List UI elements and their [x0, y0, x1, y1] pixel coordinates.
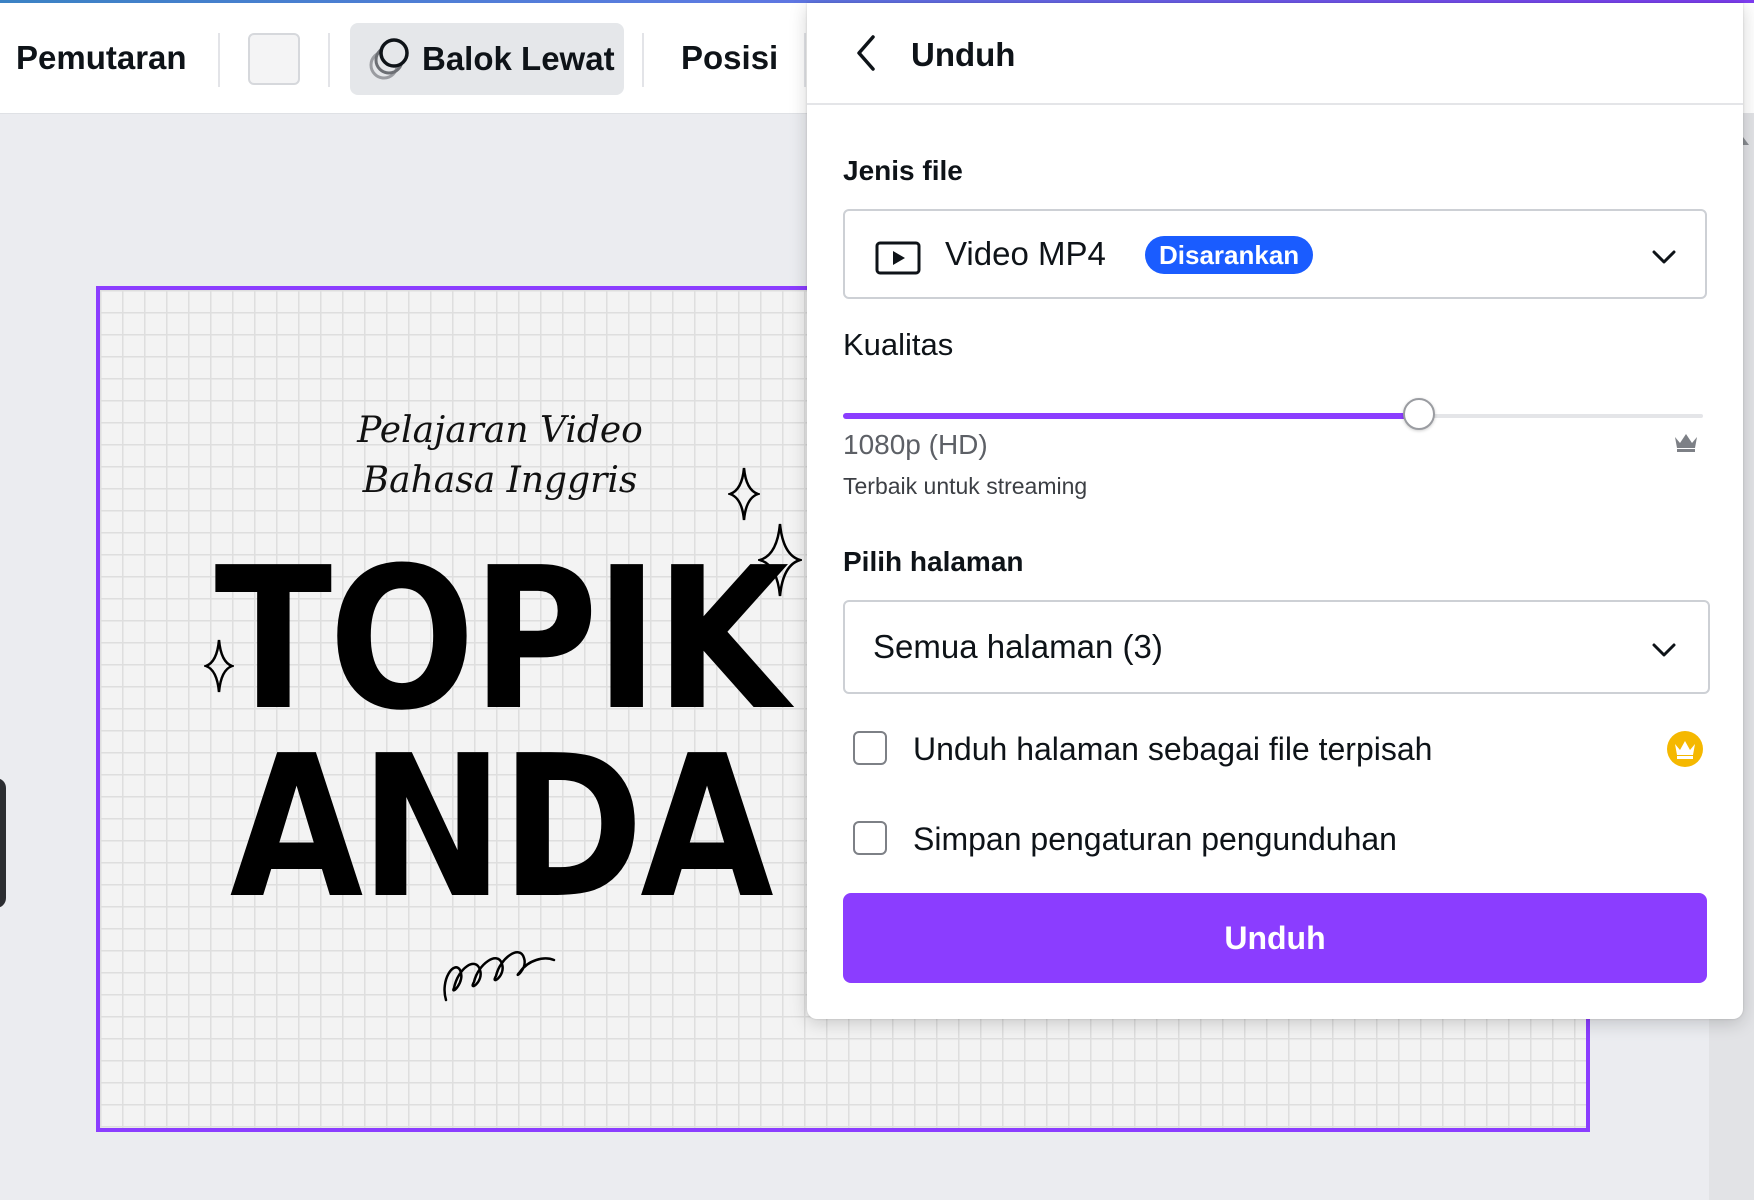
canvas-title-line2: ANDA	[229, 714, 774, 942]
save-settings-label: Simpan pengaturan pengunduhan	[913, 821, 1397, 857]
download-panel: Unduh Jenis file Video MP4 Disarankan Ku…	[807, 3, 1743, 1019]
slider-knob[interactable]	[1403, 398, 1436, 430]
playback-button[interactable]: Pemutaran	[16, 3, 187, 113]
quality-value: 1080p (HD)	[843, 429, 988, 460]
color-swatch-button[interactable]	[248, 33, 300, 85]
toolbar-divider	[328, 33, 330, 87]
toolbar-divider	[642, 33, 644, 87]
balok-lewat-animation-icon	[369, 38, 409, 80]
separate-files-label: Unduh halaman sebagai file terpisah	[913, 731, 1433, 767]
crown-icon	[1675, 434, 1697, 452]
pages-value: Semua halaman (3)	[873, 628, 1163, 665]
panel-title: Unduh	[911, 36, 1016, 73]
toolbar-divider	[804, 33, 806, 87]
download-button[interactable]: Unduh	[843, 893, 1707, 983]
slider-fill	[843, 413, 1420, 419]
quality-description: Terbaik untuk streaming	[843, 473, 1088, 499]
separate-files-checkbox[interactable]	[853, 731, 887, 765]
toolbar-divider	[218, 33, 220, 87]
chevron-down-icon	[1652, 250, 1676, 264]
balok-lewat-label: Balok Lewat	[422, 40, 615, 77]
recommended-badge: Disarankan	[1145, 236, 1314, 274]
file-type-select[interactable]: Video MP4 Disarankan	[843, 209, 1707, 299]
save-settings-checkbox[interactable]	[853, 821, 887, 855]
premium-crown-icon	[1667, 731, 1703, 767]
file-type-label: Jenis file	[843, 155, 963, 186]
squiggle-doodle-icon	[443, 951, 556, 1002]
canvas-title-line1: TOPIK	[214, 526, 789, 754]
sparkle-icon	[204, 639, 234, 693]
pages-label: Pilih halaman	[843, 546, 1024, 577]
panel-header: Unduh	[807, 3, 1743, 105]
sparkle-icon	[728, 467, 760, 521]
quality-label: Kualitas	[843, 327, 954, 362]
file-type-value: Video MP4	[945, 235, 1106, 272]
back-arrow-icon[interactable]	[847, 33, 887, 73]
canvas-subtitle-line1: Pelajaran Video	[357, 410, 643, 451]
position-button[interactable]: Posisi	[681, 3, 778, 113]
balok-lewat-button[interactable]: Balok Lewat	[350, 23, 624, 95]
pages-select[interactable]: Semua halaman (3)	[843, 600, 1710, 694]
side-panel-handle[interactable]	[0, 778, 6, 908]
chevron-down-icon	[1652, 643, 1676, 657]
sparkle-icon	[758, 523, 802, 597]
video-icon	[875, 241, 921, 275]
canvas-subtitle-line2: Bahasa Inggris	[362, 460, 638, 501]
